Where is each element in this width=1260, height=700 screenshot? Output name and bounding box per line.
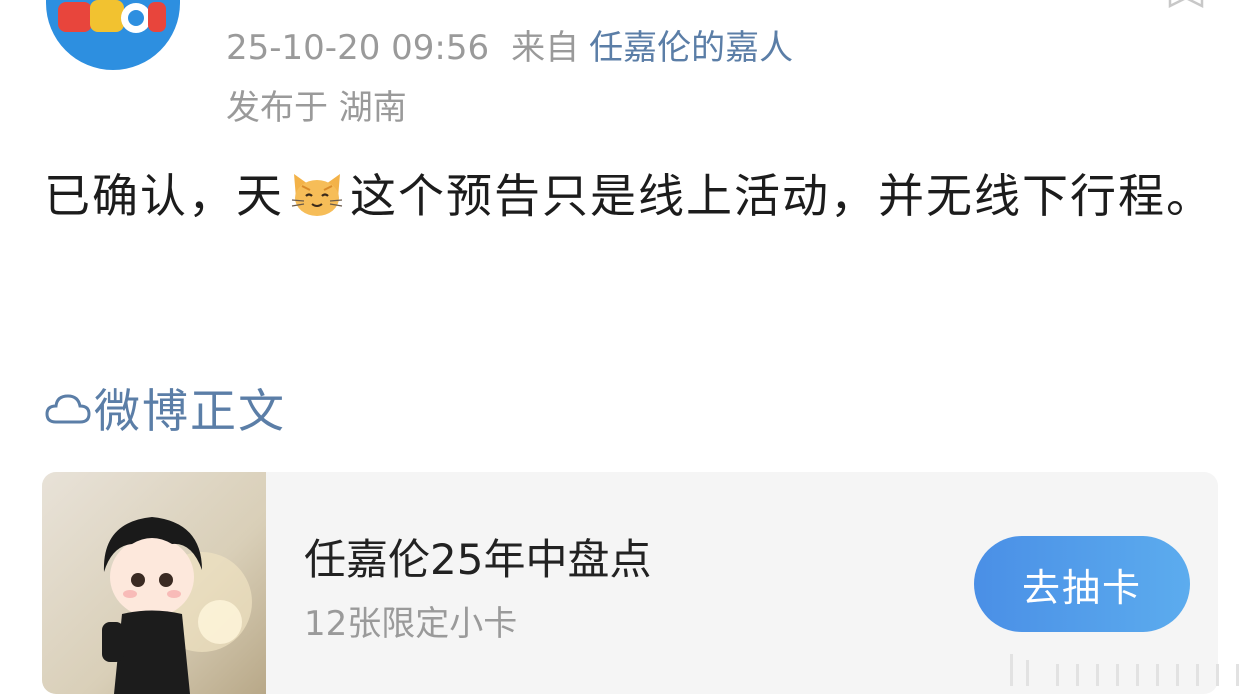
- post-meta: 25-10-20 09:56 来自 任嘉伦的嘉人: [226, 20, 793, 69]
- card-title: 任嘉伦25年中盘点: [304, 535, 652, 584]
- post-text-part1: 已确认，天: [44, 169, 284, 223]
- post-body: 已确认，天 这个预告只是线上活动，并无线下行程。: [44, 160, 1224, 232]
- watermark-icon: [1010, 654, 1239, 686]
- bookmark-icon[interactable]: [1168, 0, 1204, 8]
- card-subtitle: 12张限定小卡: [304, 604, 518, 644]
- avatar-logo: [58, 0, 166, 33]
- cat-face-emoji-icon: [291, 174, 343, 216]
- weibo-full-text-link[interactable]: 微博正文: [44, 378, 286, 438]
- weibo-link-label: 微博正文: [94, 384, 286, 438]
- post-timestamp: 25-10-20 09:56: [226, 28, 490, 68]
- post-location: 发布于 湖南: [226, 88, 407, 128]
- draw-card-button[interactable]: 去抽卡: [974, 536, 1190, 632]
- card-image: [42, 472, 266, 694]
- avatar[interactable]: [46, 0, 180, 70]
- post-text-part2: 这个预告只是线上活动，并无线下行程。: [350, 169, 1214, 223]
- from-label: 来自: [511, 28, 580, 68]
- source-link[interactable]: 任嘉伦的嘉人: [589, 28, 793, 68]
- weibo-cloud-icon: [45, 394, 91, 424]
